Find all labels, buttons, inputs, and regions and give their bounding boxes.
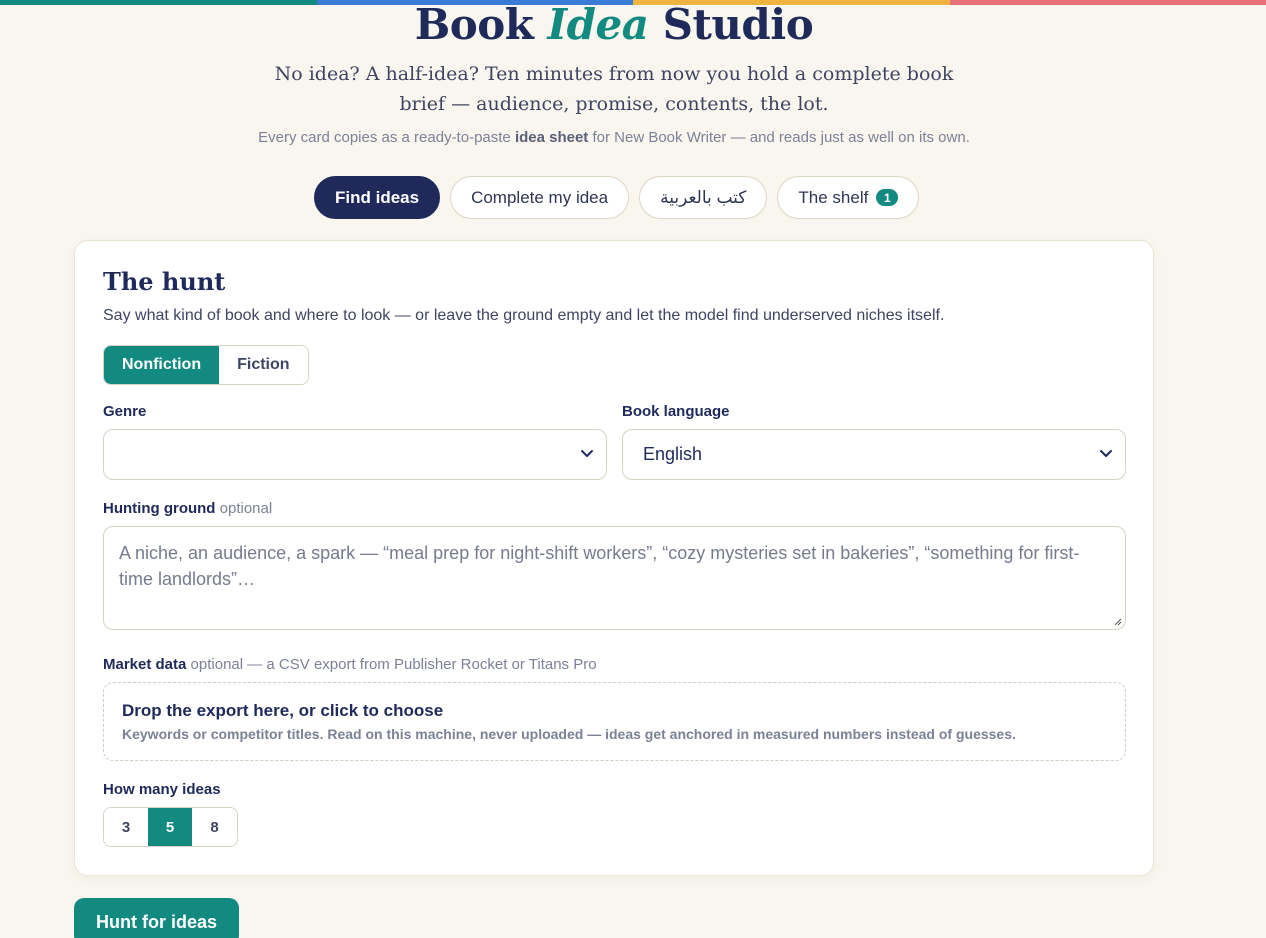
- tagline: No idea? A half-idea? Ten minutes from n…: [274, 63, 954, 115]
- shelf-count-badge: 1: [876, 189, 899, 206]
- subline-pre: Every card copies as a ready-to-paste: [258, 129, 511, 146]
- mode-tabs: Find ideas Complete my idea كتب بالعربية…: [314, 176, 920, 219]
- fiction-option[interactable]: Fiction: [219, 346, 308, 384]
- dropzone-title: Drop the export here, or click to choose: [122, 701, 444, 720]
- idea-count-picker: 3 5 8: [103, 807, 238, 847]
- subline-post: for New Book Writer — and reads just as …: [592, 129, 970, 146]
- tab-label: The shelf: [798, 187, 869, 207]
- dropzone-subtitle: Keywords or competitor titles. Read on t…: [122, 726, 1016, 742]
- tab-arabic-books[interactable]: كتب بالعربية: [639, 176, 768, 219]
- page-title: Book Idea Studio: [0, 2, 1228, 48]
- idea-count-label: How many ideas: [103, 781, 221, 798]
- resize-grip-icon[interactable]: [1112, 616, 1122, 626]
- csv-dropzone[interactable]: Drop the export here, or click to choose…: [103, 682, 1126, 761]
- hunt-card: The hunt Say what kind of book and where…: [74, 240, 1154, 876]
- tab-the-shelf[interactable]: The shelf 1: [777, 176, 920, 219]
- page-header: Book Idea Studio No idea? A half-idea? T…: [0, 0, 1228, 147]
- count-option-8[interactable]: 8: [192, 808, 237, 846]
- nonfiction-option[interactable]: Nonfiction: [104, 346, 220, 384]
- card-title: The hunt: [103, 267, 226, 296]
- card-subtitle: Say what kind of book and where to look …: [103, 307, 945, 324]
- language-value: English: [643, 444, 703, 464]
- subline-bold: idea sheet: [514, 129, 589, 146]
- subline: Every card copies as a ready-to-paste id…: [0, 129, 1228, 146]
- tab-label: Find ideas: [335, 187, 420, 207]
- tab-complete-my-idea[interactable]: Complete my idea: [450, 176, 630, 219]
- tab-label: Complete my idea: [471, 187, 609, 207]
- hunting-ground-input[interactable]: A niche, an audience, a spark — “meal pr…: [103, 526, 1126, 630]
- book-kind-toggle: Nonfiction Fiction: [103, 345, 309, 385]
- count-option-3[interactable]: 3: [104, 808, 148, 846]
- genre-label: Genre: [103, 403, 147, 420]
- language-label: Book language: [622, 403, 730, 420]
- ground-placeholder: A niche, an audience, a spark — “meal pr…: [119, 543, 1080, 589]
- title-book: Book: [414, 0, 534, 49]
- title-idea-accent: Idea: [547, 0, 649, 49]
- ground-label-text: Hunting ground: [103, 500, 216, 517]
- tab-label: كتب بالعربية: [660, 187, 747, 207]
- market-data-label: Market data optional — a CSV export from…: [103, 656, 597, 673]
- market-optional: optional — a CSV export from Publisher R…: [190, 656, 597, 673]
- language-select[interactable]: English: [622, 429, 1126, 480]
- chevron-down-icon: [581, 450, 593, 457]
- genre-select[interactable]: [103, 429, 607, 480]
- count-option-5[interactable]: 5: [148, 808, 192, 846]
- market-label-text: Market data: [103, 656, 187, 673]
- hunt-for-ideas-button[interactable]: Hunt for ideas: [74, 898, 239, 938]
- title-studio: Studio: [662, 0, 814, 49]
- hunting-ground-label: Hunting ground optional: [103, 500, 272, 517]
- tab-find-ideas[interactable]: Find ideas: [314, 176, 441, 219]
- ground-optional: optional: [219, 500, 273, 517]
- chevron-down-icon: [1100, 450, 1112, 457]
